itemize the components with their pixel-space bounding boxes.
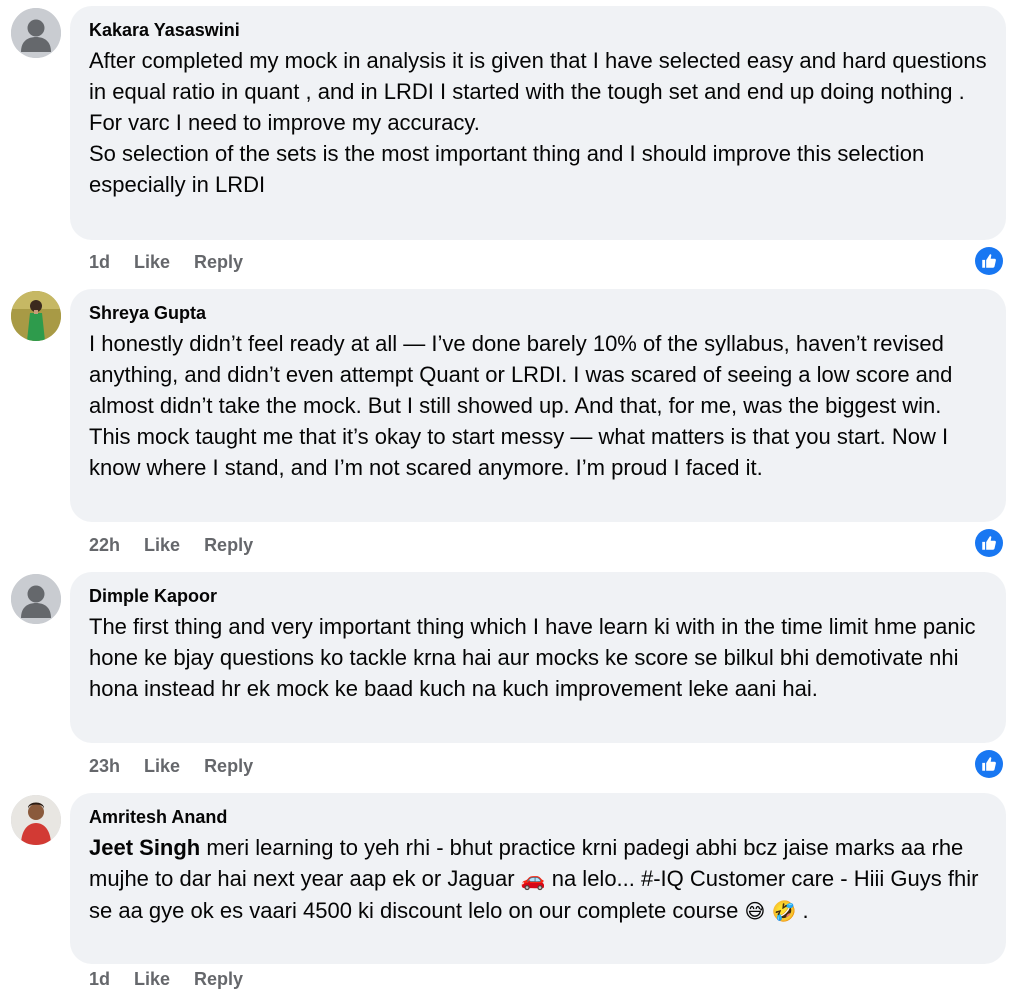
like-button[interactable]: Like: [134, 967, 170, 991]
comment-line: I honestly didn’t feel ready at all — I’…: [89, 331, 953, 418]
reply-button[interactable]: Reply: [194, 967, 243, 991]
photo-avatar-icon: [11, 291, 61, 341]
reply-button[interactable]: Reply: [194, 250, 243, 274]
comment-actions: 23h Like Reply: [89, 754, 253, 778]
comment-bubble: Kakara Yasaswini After completed my mock…: [70, 6, 1006, 240]
default-avatar-icon: [11, 574, 61, 624]
comment-bubble: Amritesh Anand Jeet Singh meri learning …: [70, 793, 1006, 964]
comment-line: So selection of the sets is the most imp…: [89, 141, 925, 197]
comment-body: The first thing and very important thing…: [89, 611, 988, 704]
comment-body: Jeet Singh meri learning to yeh rhi - bh…: [89, 832, 988, 927]
comment-bubble: Shreya Gupta I honestly didn’t feel read…: [70, 289, 1006, 522]
comment-timestamp[interactable]: 23h: [89, 754, 120, 778]
comment-body: I honestly didn’t feel ready at all — I’…: [89, 328, 988, 483]
comment-line: For varc I need to improve my accuracy.: [89, 110, 480, 135]
reply-button[interactable]: Reply: [204, 754, 253, 778]
comment-actions: 1d Like Reply: [89, 967, 243, 991]
comment-timestamp[interactable]: 1d: [89, 250, 110, 274]
comment-author[interactable]: Kakara Yasaswini: [89, 18, 988, 42]
like-button[interactable]: Like: [134, 250, 170, 274]
comment-line: This mock taught me that it’s okay to st…: [89, 424, 949, 480]
comment-body: After completed my mock in analysis it i…: [89, 45, 988, 200]
like-reaction-icon[interactable]: [975, 529, 1003, 557]
grinning-sweat-emoji-icon: 😅: [744, 899, 766, 923]
comment-author[interactable]: Shreya Gupta: [89, 301, 988, 325]
comment-timestamp[interactable]: 22h: [89, 533, 120, 557]
photo-avatar-icon: [11, 795, 61, 845]
avatar[interactable]: [11, 8, 61, 58]
comment-line: The first thing and very important thing…: [89, 614, 976, 701]
avatar[interactable]: [11, 795, 61, 845]
like-reaction-icon[interactable]: [975, 750, 1003, 778]
mention-link[interactable]: Jeet Singh: [89, 835, 200, 860]
like-button[interactable]: Like: [144, 754, 180, 778]
avatar[interactable]: [11, 574, 61, 624]
like-reaction-icon[interactable]: [975, 247, 1003, 275]
comment-actions: 1d Like Reply: [89, 250, 243, 274]
comment-text: .: [796, 898, 809, 923]
comment-bubble: Dimple Kapoor The first thing and very i…: [70, 572, 1006, 743]
comment-actions: 22h Like Reply: [89, 533, 253, 557]
avatar[interactable]: [11, 291, 61, 341]
comment-line: Jeet Singh meri learning to yeh rhi - bh…: [89, 832, 988, 927]
comment-author[interactable]: Amritesh Anand: [89, 805, 988, 829]
reply-button[interactable]: Reply: [204, 533, 253, 557]
comment-author[interactable]: Dimple Kapoor: [89, 584, 988, 608]
comment-timestamp[interactable]: 1d: [89, 967, 110, 991]
rolling-laugh-emoji-icon: 🤣: [771, 899, 797, 923]
default-avatar-icon: [11, 8, 61, 58]
car-emoji-icon: 🚗: [520, 867, 546, 891]
like-button[interactable]: Like: [144, 533, 180, 557]
comment-line: After completed my mock in analysis it i…: [89, 48, 987, 104]
